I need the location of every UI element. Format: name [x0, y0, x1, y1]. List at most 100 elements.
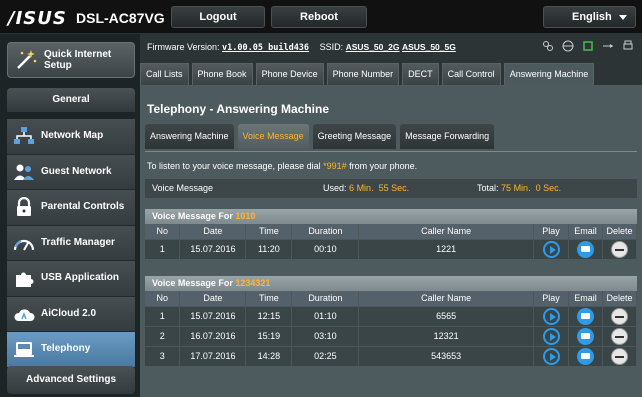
subtab-voice-message[interactable]: Voice Message — [237, 124, 309, 149]
sidebar-nav: Network Map Guest Network Parental Contr… — [7, 119, 135, 368]
asus-logo: /ISUS — [8, 8, 67, 29]
usb-icon[interactable] — [602, 40, 614, 52]
cell-delete — [602, 345, 638, 366]
cell-email — [568, 238, 603, 259]
tab-phone-book[interactable]: Phone Book — [191, 63, 253, 85]
answering-machine-subtabs: Answering Machine Voice Message Greeting… — [145, 124, 495, 149]
language-label: English — [572, 11, 612, 23]
play-icon[interactable] — [542, 347, 560, 365]
sidebar-item-aicloud[interactable]: AiCloud 2.0 — [7, 296, 135, 332]
sidebar: Quick Internet Setup General Network Map… — [0, 34, 140, 397]
cell-date: 16.07.2016 — [179, 325, 247, 346]
used-min-unit: Min. — [356, 183, 374, 193]
subtab-answering-machine[interactable]: Answering Machine — [145, 124, 234, 149]
sidebar-item-label: Network Map — [41, 130, 104, 141]
cell-play — [533, 305, 569, 326]
group-phone-number: 1234321 — [235, 278, 271, 288]
cell-email — [568, 325, 603, 346]
subtab-message-forwarding[interactable]: Message Forwarding — [400, 124, 495, 149]
col-header-delete: Delete — [602, 291, 638, 306]
tab-answering-machine[interactable]: Answering Machine — [503, 63, 595, 85]
tab-call-control[interactable]: Call Control — [441, 63, 501, 85]
tab-phone-device[interactable]: Phone Device — [255, 63, 324, 85]
cell-play — [533, 238, 569, 259]
dial-instructions: To listen to your voice message, please … — [147, 161, 417, 171]
cell-no: 2 — [145, 325, 181, 346]
cell-time: 15:19 — [245, 325, 293, 346]
subtab-greeting-message[interactable]: Greeting Message — [312, 124, 397, 149]
used-amount: Used: 6 Min. 55 Sec. — [323, 179, 409, 198]
phone-icon — [14, 342, 34, 357]
cell-no: 1 — [145, 238, 181, 259]
play-icon[interactable] — [542, 240, 560, 258]
gauge-icon — [13, 239, 35, 250]
email-icon[interactable] — [576, 327, 594, 345]
quick-internet-setup-label: Quick Internet Setup — [44, 49, 112, 71]
globe-icon[interactable] — [562, 40, 574, 52]
sidebar-item-network-map[interactable]: Network Map — [7, 119, 135, 155]
col-header-date: Date — [179, 224, 247, 239]
total-amount: Total: 75 Min. 0 Sec. — [477, 179, 561, 198]
reboot-button[interactable]: Reboot — [271, 6, 367, 28]
cell-date: 15.07.2016 — [179, 238, 247, 259]
delete-icon[interactable] — [610, 307, 628, 325]
chevron-down-icon — [619, 15, 627, 20]
answering-machine-panel: Telephony - Answering Machine Answering … — [140, 85, 642, 397]
col-header-duration: Duration — [291, 224, 360, 239]
sidebar-item-parental-controls[interactable]: Parental Controls — [7, 190, 135, 226]
main-content: Firmware Version: v1.00.05_build436 SSID… — [140, 34, 642, 397]
ssid-5g-link[interactable]: ASUS_50_5G — [402, 42, 456, 52]
col-header-email: Email — [568, 291, 603, 306]
delete-icon[interactable] — [610, 347, 628, 365]
lock-icon — [17, 197, 31, 216]
cell-date: 17.07.2016 — [179, 345, 247, 366]
phone-status-icon[interactable] — [582, 40, 594, 52]
network-clients-icon[interactable] — [542, 40, 554, 52]
delete-icon[interactable] — [610, 240, 628, 258]
puzzle-icon — [16, 272, 34, 287]
logout-button[interactable]: Logout — [171, 6, 265, 28]
cell-duration: 00:10 — [291, 238, 360, 259]
sidebar-item-usb-application[interactable]: USB Application — [7, 261, 135, 297]
col-header-date: Date — [179, 291, 247, 306]
sidebar-item-label: USB Application — [41, 272, 119, 283]
total-minutes: 75 — [501, 183, 512, 193]
tab-dect[interactable]: DECT — [402, 63, 439, 85]
cell-time: 12:15 — [245, 305, 293, 326]
page-title: Telephony - Answering Machine — [147, 102, 330, 116]
sidebar-item-guest-network[interactable]: Guest Network — [7, 154, 135, 190]
sidebar-item-traffic-manager[interactable]: Traffic Manager — [7, 225, 135, 261]
email-icon[interactable] — [576, 240, 594, 258]
cell-play — [533, 345, 569, 366]
cell-date: 15.07.2016 — [179, 305, 247, 326]
play-icon[interactable] — [542, 307, 560, 325]
col-header-duration: Duration — [291, 291, 360, 306]
divider — [145, 151, 637, 152]
language-select[interactable]: English — [543, 6, 636, 28]
tab-call-lists[interactable]: Call Lists — [140, 63, 189, 85]
voice-message-usage: Voice Message Used: 6 Min. 55 Sec. Total… — [145, 179, 637, 198]
email-icon[interactable] — [576, 307, 594, 325]
table-row: 1 15.07.2016 11:20 00:10 1221 — [145, 238, 638, 259]
used-label: Used: — [323, 183, 347, 193]
printer-icon[interactable] — [622, 40, 634, 52]
table-row: 2 16.07.2016 15:19 03:10 12321 — [145, 325, 638, 346]
sidebar-item-telephony[interactable]: Telephony — [7, 332, 135, 368]
ssid-2g-link[interactable]: ASUS_50_2G — [346, 42, 400, 52]
cell-delete — [602, 325, 638, 346]
sidebar-item-label: Traffic Manager — [41, 236, 115, 248]
group-title-prefix: Voice Message For — [152, 278, 236, 288]
firmware-label: Firmware Version: — [147, 42, 220, 52]
play-icon[interactable] — [542, 327, 560, 345]
quick-internet-setup-button[interactable]: Quick Internet Setup — [7, 42, 135, 78]
col-header-no: No — [145, 224, 181, 239]
cell-email — [568, 305, 603, 326]
table-row: 3 17.07.2016 14:28 02:25 543653 — [145, 345, 638, 366]
delete-icon[interactable] — [610, 327, 628, 345]
email-icon[interactable] — [576, 347, 594, 365]
network-map-icon — [14, 127, 34, 144]
firmware-version-link[interactable]: v1.00.05_build436 — [222, 43, 309, 53]
tab-phone-number[interactable]: Phone Number — [326, 63, 400, 85]
cell-delete — [602, 238, 638, 259]
cell-time: 11:20 — [245, 238, 293, 259]
